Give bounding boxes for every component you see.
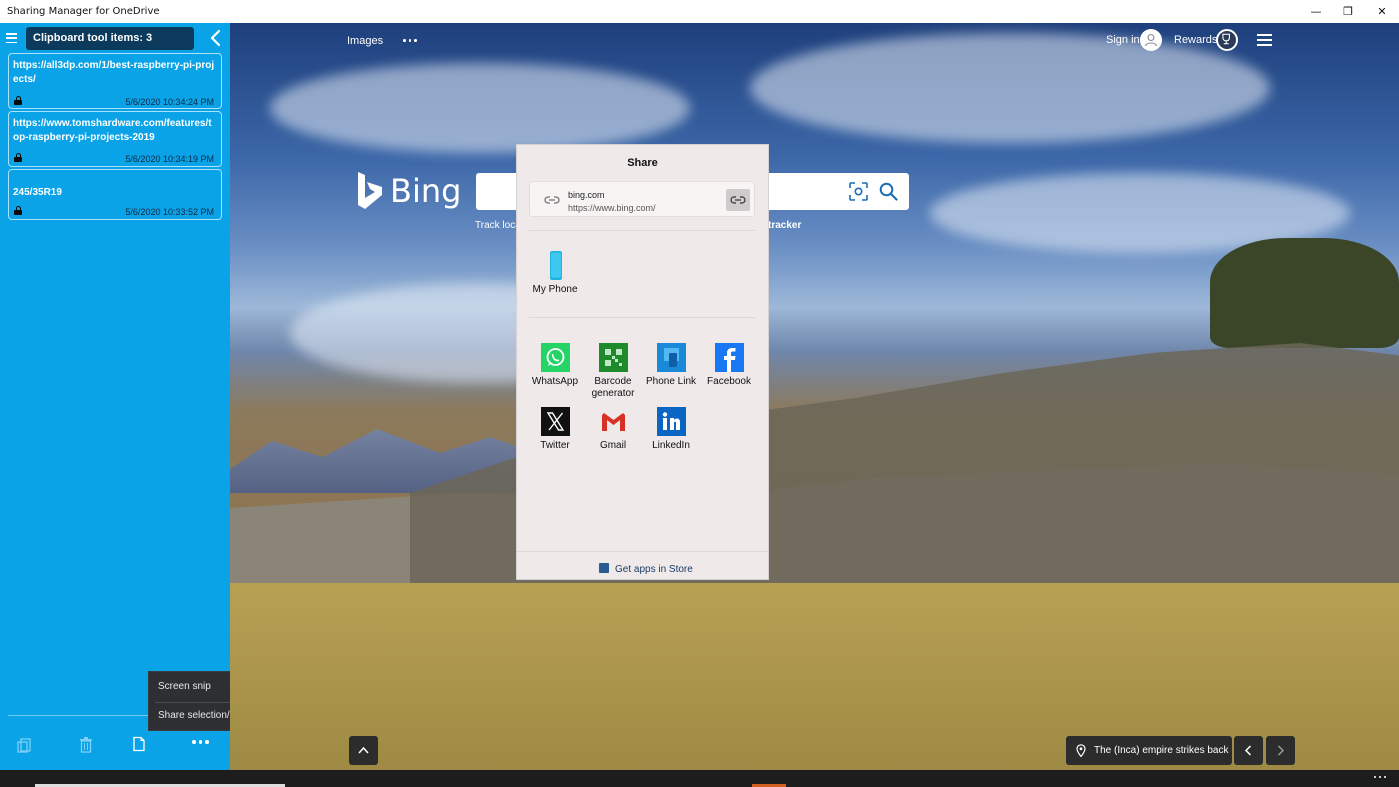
hamburger-menu-icon[interactable] bbox=[6, 33, 17, 44]
copy-link-button[interactable] bbox=[726, 189, 750, 211]
x-icon bbox=[540, 407, 570, 436]
copy-icon[interactable] bbox=[17, 737, 33, 753]
share-target-my-phone[interactable]: My Phone bbox=[525, 251, 585, 296]
previous-image-button[interactable] bbox=[1234, 736, 1263, 765]
share-title: Share bbox=[627, 157, 658, 169]
clipboard-item-text: https://www.tomshardware.com/features/to… bbox=[13, 118, 212, 143]
trending-link[interactable]: tracker bbox=[768, 220, 801, 231]
bing-logo-text: Bing bbox=[390, 172, 462, 210]
minimize-button[interactable]: — bbox=[1299, 0, 1333, 23]
strip-more-icon[interactable] bbox=[1374, 776, 1386, 778]
share-link-url: https://www.bing.com/ bbox=[568, 203, 656, 213]
facebook-icon bbox=[714, 343, 744, 372]
sign-in-link[interactable]: Sign in bbox=[1106, 34, 1140, 46]
clipboard-item[interactable]: 245/35R19 5/6/2020 10:33:52 PM bbox=[8, 169, 222, 220]
share-target-label: WhatsApp bbox=[531, 376, 579, 387]
close-button[interactable]: ✕ bbox=[1365, 0, 1399, 23]
share-divider bbox=[529, 230, 756, 231]
share-target-barcode-generator[interactable]: Barcode generator bbox=[583, 343, 643, 400]
clipboard-item[interactable]: https://all3dp.com/1/best-raspberry-pi-p… bbox=[8, 53, 222, 109]
share-target-label: My Phone bbox=[532, 284, 578, 295]
chevron-right-icon bbox=[1277, 745, 1285, 756]
store-icon bbox=[599, 563, 609, 573]
share-dialog: Share bing.com https://www.bing.com/ My … bbox=[516, 144, 769, 580]
share-target-gmail[interactable]: Gmail bbox=[583, 407, 643, 452]
share-footer: Get apps in Store bbox=[517, 551, 768, 580]
panel-divider bbox=[8, 715, 151, 716]
share-target-facebook[interactable]: Facebook bbox=[699, 343, 759, 388]
phone-link-icon bbox=[656, 343, 686, 372]
get-apps-in-store-link[interactable]: Get apps in Store bbox=[615, 564, 693, 575]
trophy-icon[interactable] bbox=[1216, 29, 1238, 51]
gmail-icon bbox=[601, 413, 625, 431]
menu-item-screen-snip[interactable]: Screen snip bbox=[158, 681, 211, 692]
share-target-label: Twitter bbox=[540, 440, 570, 451]
phone-icon bbox=[549, 251, 562, 280]
clipboard-item[interactable]: https://www.tomshardware.com/features/to… bbox=[8, 111, 222, 167]
restore-button[interactable]: ❐ bbox=[1331, 0, 1365, 23]
share-target-label: Phone Link bbox=[645, 376, 697, 387]
clipboard-item-timestamp: 5/6/2020 10:34:24 PM bbox=[125, 97, 214, 107]
clipboard-item-timestamp: 5/6/2020 10:33:52 PM bbox=[125, 207, 214, 217]
location-pin-icon bbox=[1076, 744, 1086, 757]
clipboard-item-text: 245/35R19 bbox=[13, 187, 62, 198]
visual-search-icon[interactable] bbox=[849, 182, 868, 201]
clipboard-count-label: Clipboard tool items: 3 bbox=[26, 27, 194, 50]
bottom-strip bbox=[0, 770, 1399, 787]
lock-icon bbox=[14, 153, 22, 162]
clipboard-item-timestamp: 5/6/2020 10:34:19 PM bbox=[125, 154, 214, 164]
lock-icon bbox=[14, 206, 22, 215]
scroll-up-button[interactable] bbox=[349, 736, 378, 765]
chevron-left-icon bbox=[1244, 745, 1252, 756]
bing-background-image bbox=[230, 23, 1399, 770]
avatar-icon[interactable] bbox=[1140, 29, 1162, 51]
clipboard-panel: Clipboard tool items: 3 https://all3dp.c… bbox=[0, 23, 230, 770]
share-target-linkedin[interactable]: LinkedIn bbox=[641, 407, 701, 452]
share-target-label: Facebook bbox=[707, 376, 751, 387]
share-link-host: bing.com bbox=[568, 190, 605, 200]
share-target-whatsapp[interactable]: WhatsApp bbox=[525, 343, 585, 388]
copy-link-icon bbox=[730, 196, 746, 204]
barcode-icon bbox=[598, 343, 628, 372]
title-bar: Sharing Manager for OneDrive — ❐ ✕ bbox=[0, 0, 1399, 23]
lock-icon bbox=[14, 96, 22, 105]
share-target-label: Gmail bbox=[599, 440, 627, 451]
share-divider bbox=[529, 317, 756, 318]
share-link-box: bing.com https://www.bing.com/ bbox=[529, 181, 755, 217]
window-title: Sharing Manager for OneDrive bbox=[7, 6, 160, 17]
whatsapp-icon bbox=[540, 343, 570, 372]
linkedin-icon bbox=[656, 407, 686, 436]
collapse-panel-icon[interactable] bbox=[207, 28, 225, 48]
share-target-label: LinkedIn bbox=[652, 440, 690, 451]
document-icon[interactable] bbox=[133, 736, 145, 752]
share-target-phone-link[interactable]: Phone Link bbox=[641, 343, 701, 388]
more-options-icon[interactable] bbox=[192, 740, 209, 744]
next-image-button[interactable] bbox=[1266, 736, 1295, 765]
bing-menu-icon[interactable] bbox=[1257, 34, 1272, 49]
bing-logo: Bing bbox=[356, 170, 461, 212]
panel-header: Clipboard tool items: 3 bbox=[0, 23, 230, 53]
image-caption-text: The (Inca) empire strikes back bbox=[1094, 745, 1229, 756]
bing-nav-images[interactable]: Images bbox=[347, 35, 383, 47]
clipboard-list: https://all3dp.com/1/best-raspberry-pi-p… bbox=[8, 53, 222, 222]
image-caption[interactable]: The (Inca) empire strikes back bbox=[1066, 736, 1232, 765]
link-icon bbox=[544, 196, 560, 204]
delete-icon[interactable] bbox=[79, 737, 93, 753]
share-target-label: Barcode generator bbox=[591, 376, 635, 399]
search-icon[interactable] bbox=[879, 182, 898, 201]
clipboard-item-text: https://all3dp.com/1/best-raspberry-pi-p… bbox=[13, 60, 215, 85]
share-target-twitter[interactable]: Twitter bbox=[525, 407, 585, 452]
rewards-link[interactable]: Rewards bbox=[1174, 34, 1217, 46]
bing-b-icon bbox=[358, 172, 382, 209]
trending-link[interactable]: Track loca bbox=[475, 220, 521, 231]
chevron-up-icon bbox=[358, 746, 369, 754]
bing-more-icon[interactable] bbox=[403, 39, 417, 42]
